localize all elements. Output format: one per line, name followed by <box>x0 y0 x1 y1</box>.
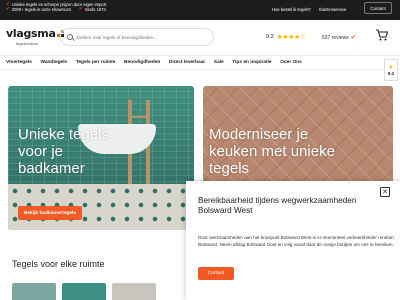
usp-text: Sinds 1973 <box>84 7 106 12</box>
check-icon: ✔ <box>79 7 83 12</box>
ladder-rung <box>128 116 150 118</box>
usp-list: ✔ Unieke tegels en scherpe prijzen door e… <box>6 2 106 12</box>
logo-subtitle: tegelwinkels <box>16 41 38 46</box>
usp-item: ✔ 2000+ tegels in onze showroom <box>6 7 71 12</box>
section-title: Tegels voor elke ruimte <box>12 259 105 269</box>
star-icon: ★ <box>388 64 394 71</box>
bathroom-banner[interactable]: Unieke tegels voor je badkamer Bekijk ba… <box>8 86 194 230</box>
popup-title: Bereikbaarheid tijdens wegwerkzaamheden … <box>198 196 357 215</box>
banner-title: Unieke tegels voor je badkamer <box>18 126 109 177</box>
nav-item-tegels-per-ruimte[interactable]: Tegels per ruimte <box>76 60 116 65</box>
shopping-cart-icon[interactable] <box>375 28 389 42</box>
logo-wordmark: vlagsma <box>6 27 65 40</box>
header: vlagsma tegelwinkels 9.2 ★★★★☆ 537 revie… <box>0 20 400 55</box>
nav-item-wandtegels[interactable]: Wandtegels <box>40 60 67 65</box>
nav-item-benodigdheden[interactable]: Benodigdheden <box>124 60 160 65</box>
popup-body: Door werkzaamheden aan het kruispunt Bol… <box>198 235 394 247</box>
rating[interactable]: 9.2 ★★★★☆ <box>266 33 306 41</box>
side-badge-score: 9.2 <box>387 71 395 76</box>
notice-popup: ✕ Bereikbaarheid tijdens wegwerkzaamhede… <box>186 181 400 300</box>
logo[interactable]: vlagsma tegelwinkels <box>6 27 65 46</box>
search-icon <box>67 34 73 40</box>
usp-text: 2000+ tegels in onze showroom <box>11 7 72 12</box>
customer-service-link[interactable]: Klantenservice <box>319 7 346 12</box>
top-bar: ✔ Unieke tegels en scherpe prijzen door e… <box>0 0 400 20</box>
nav-item-over-ons[interactable]: Over Ons <box>280 60 302 65</box>
search-input[interactable] <box>76 34 213 40</box>
contact-button-top[interactable]: Contact <box>364 2 392 14</box>
search-bar[interactable] <box>60 28 214 46</box>
room-card[interactable] <box>62 283 106 300</box>
nav-item-sale[interactable]: Sale <box>214 60 224 65</box>
reviews-text: 537 reviews <box>322 35 349 41</box>
popup-contact-button[interactable]: Contact <box>198 267 234 280</box>
room-card[interactable] <box>12 283 56 300</box>
rating-stars-icon: ★★★★☆ <box>276 33 306 41</box>
view-bathroom-tiles-button[interactable]: Bekijk badkamertegels <box>18 206 82 220</box>
reviews-count[interactable]: 537 reviews ✔ <box>322 34 356 41</box>
nav-item-tips[interactable]: Tips en inspiratie <box>232 60 271 65</box>
check-icon: ✔ <box>6 7 10 12</box>
top-links: Hoe bestel ik tegels? Klantenservice <box>272 7 346 12</box>
room-card[interactable] <box>112 283 156 300</box>
verified-check-icon: ✔ <box>350 34 356 41</box>
nav-item-direct-leverbaar[interactable]: Direct leverbaar <box>169 60 205 65</box>
rating-score: 9.2 <box>266 34 274 40</box>
main-nav: Vloertegels Wandtegels Tegels per ruimte… <box>0 55 400 70</box>
how-to-order-link[interactable]: Hoe bestel ik tegels? <box>272 7 311 12</box>
banner-title: Moderniseer je keuken met unieke tegels <box>209 126 335 177</box>
usp-item: ✔ Sinds 1973 <box>79 7 106 12</box>
nav-item-vloertegels[interactable]: Vloertegels <box>6 60 32 65</box>
logo-text: vlagsma <box>6 27 56 40</box>
rating-side-badge[interactable]: ★ 9.2 <box>384 59 398 81</box>
